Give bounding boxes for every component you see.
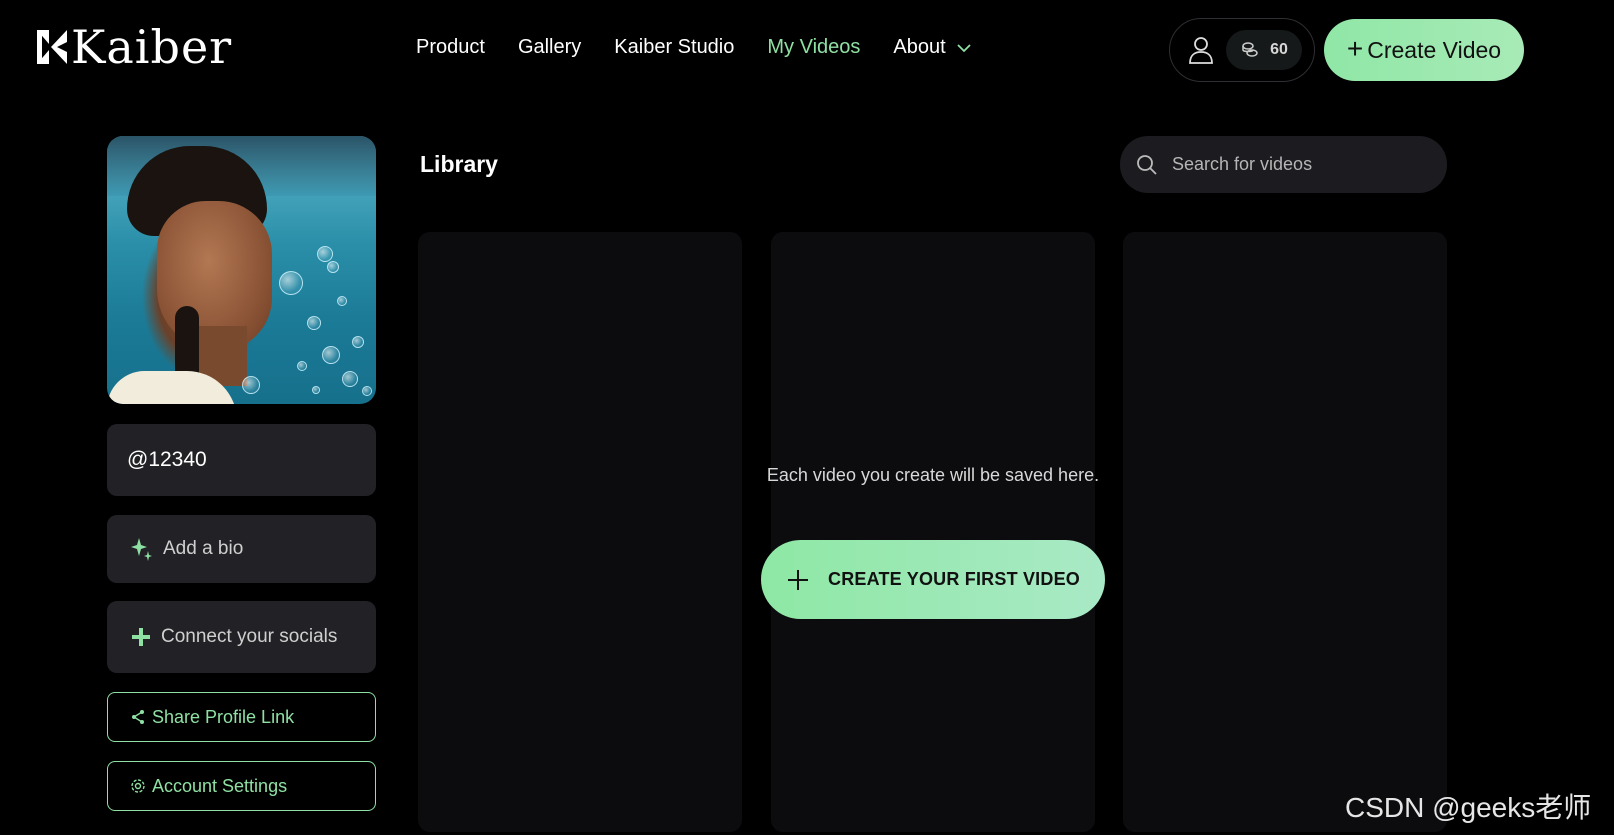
search-icon xyxy=(1137,154,1157,175)
bubble xyxy=(242,376,260,394)
chevron-down-icon xyxy=(957,43,971,52)
account-pill: 60 xyxy=(1169,18,1315,82)
nav-my-videos[interactable]: My Videos xyxy=(767,36,860,59)
share-icon xyxy=(132,710,144,724)
library-title: Library xyxy=(420,151,498,177)
bubble xyxy=(279,271,303,295)
bubble xyxy=(342,371,358,387)
nav-kaiber-studio[interactable]: Kaiber Studio xyxy=(614,36,734,59)
profile-sidebar: @12340 Add a bio Connect your socials Sh… xyxy=(107,136,376,811)
avatar[interactable] xyxy=(107,136,376,404)
credits-badge[interactable]: 60 xyxy=(1226,30,1302,70)
kaiber-mark-icon xyxy=(37,30,67,64)
nav-gallery[interactable]: Gallery xyxy=(518,36,581,59)
watermark-text: CSDN @geeks老师 xyxy=(1345,792,1592,823)
video-column-placeholder xyxy=(418,232,742,832)
connect-socials-label: Connect your socials xyxy=(161,626,338,647)
create-video-button[interactable]: + Create Video xyxy=(1324,19,1524,81)
plus-icon xyxy=(788,569,809,590)
coins-icon xyxy=(1242,42,1258,57)
bubble xyxy=(352,336,364,348)
brand-name: Kaiber xyxy=(71,20,233,74)
video-column-placeholder xyxy=(1123,232,1447,832)
share-profile-link-button[interactable]: Share Profile Link xyxy=(107,692,376,742)
account-settings-label: Account Settings xyxy=(152,775,288,796)
create-first-video-button[interactable]: CREATE YOUR FIRST VIDEO xyxy=(761,540,1105,619)
nav-about[interactable]: About xyxy=(893,36,971,59)
bubble xyxy=(327,261,339,273)
bubble xyxy=(337,296,347,306)
create-first-video-label: CREATE YOUR FIRST VIDEO xyxy=(828,569,1080,589)
credits-count: 60 xyxy=(1270,41,1288,58)
bubble xyxy=(317,246,333,262)
bubble xyxy=(297,361,307,371)
sparkle-icon xyxy=(131,538,152,561)
plus-icon: + xyxy=(1346,33,1364,64)
user-icon[interactable] xyxy=(1188,36,1214,64)
nav-product[interactable]: Product xyxy=(416,36,485,59)
account-settings-button[interactable]: Account Settings xyxy=(107,761,376,811)
main-nav: Product Gallery Kaiber Studio My Videos … xyxy=(416,36,972,59)
add-bio-button[interactable]: Add a bio xyxy=(107,515,376,583)
search-bar[interactable] xyxy=(1120,136,1447,193)
share-profile-link-label: Share Profile Link xyxy=(152,706,295,727)
bubble xyxy=(322,346,340,364)
top-header: Kaiber Product Gallery Kaiber Studio My … xyxy=(0,0,1614,100)
kaiber-logo[interactable]: Kaiber xyxy=(35,24,232,70)
add-bio-label: Add a bio xyxy=(163,538,244,559)
username-field[interactable]: @12340 xyxy=(107,424,376,496)
create-video-label: Create Video xyxy=(1367,36,1502,63)
video-column-placeholder xyxy=(771,232,1095,832)
empty-state-message: Each video you create will be saved here… xyxy=(766,465,1100,485)
connect-socials-button[interactable]: Connect your socials xyxy=(107,601,376,673)
plus-icon xyxy=(132,628,150,646)
bubble xyxy=(307,316,321,330)
search-input[interactable] xyxy=(1172,154,1432,175)
gear-icon xyxy=(131,779,145,793)
bubble xyxy=(362,386,372,396)
bubble xyxy=(312,386,320,394)
nav-about-label: About xyxy=(893,36,946,58)
